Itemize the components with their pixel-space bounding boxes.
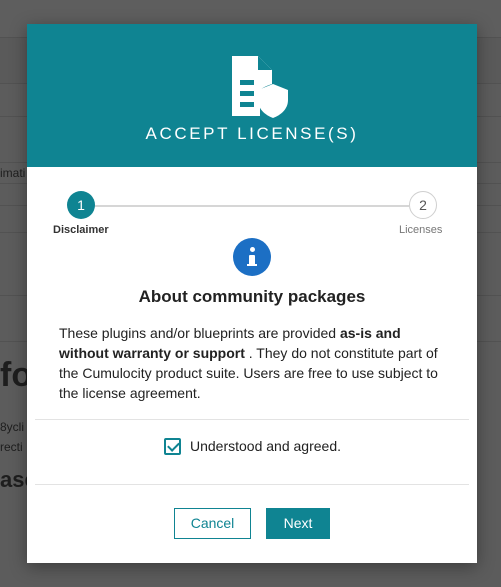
agreement-checkbox[interactable] — [164, 437, 181, 455]
divider — [35, 419, 469, 420]
cancel-button[interactable]: Cancel — [174, 508, 251, 539]
next-button[interactable]: Next — [266, 508, 330, 539]
background-text: imati — [0, 166, 26, 180]
info-icon — [233, 238, 271, 276]
background-text: recti — [0, 440, 23, 454]
disclaimer-text: These plugins and/or blueprints are prov… — [59, 323, 449, 403]
step-2-label: Licenses — [399, 224, 443, 236]
dialog-title: ACCEPT LICENSE(S) — [145, 124, 359, 143]
stepper-track — [93, 205, 409, 207]
stepper: 1 2 Disclaimer Licenses — [27, 167, 477, 247]
accept-license-dialog: ACCEPT LICENSE(S) 1 2 Disclaimer License… — [27, 24, 477, 563]
document-shield-icon — [232, 56, 288, 118]
step-2-indicator[interactable]: 2 — [409, 191, 437, 219]
divider — [35, 484, 469, 485]
agreement-label[interactable]: Understood and agreed. — [190, 438, 341, 454]
disclaimer-text-part1: These plugins and/or blueprints are prov… — [59, 325, 340, 341]
dialog-header: ACCEPT LICENSE(S) — [27, 24, 477, 167]
section-heading: About community packages — [138, 287, 366, 306]
agreement-row[interactable]: Understood and agreed. — [164, 435, 341, 457]
step-1-label: Disclaimer — [53, 224, 109, 236]
background-text: 8ycli — [0, 420, 25, 434]
step-1-indicator[interactable]: 1 — [67, 191, 95, 219]
